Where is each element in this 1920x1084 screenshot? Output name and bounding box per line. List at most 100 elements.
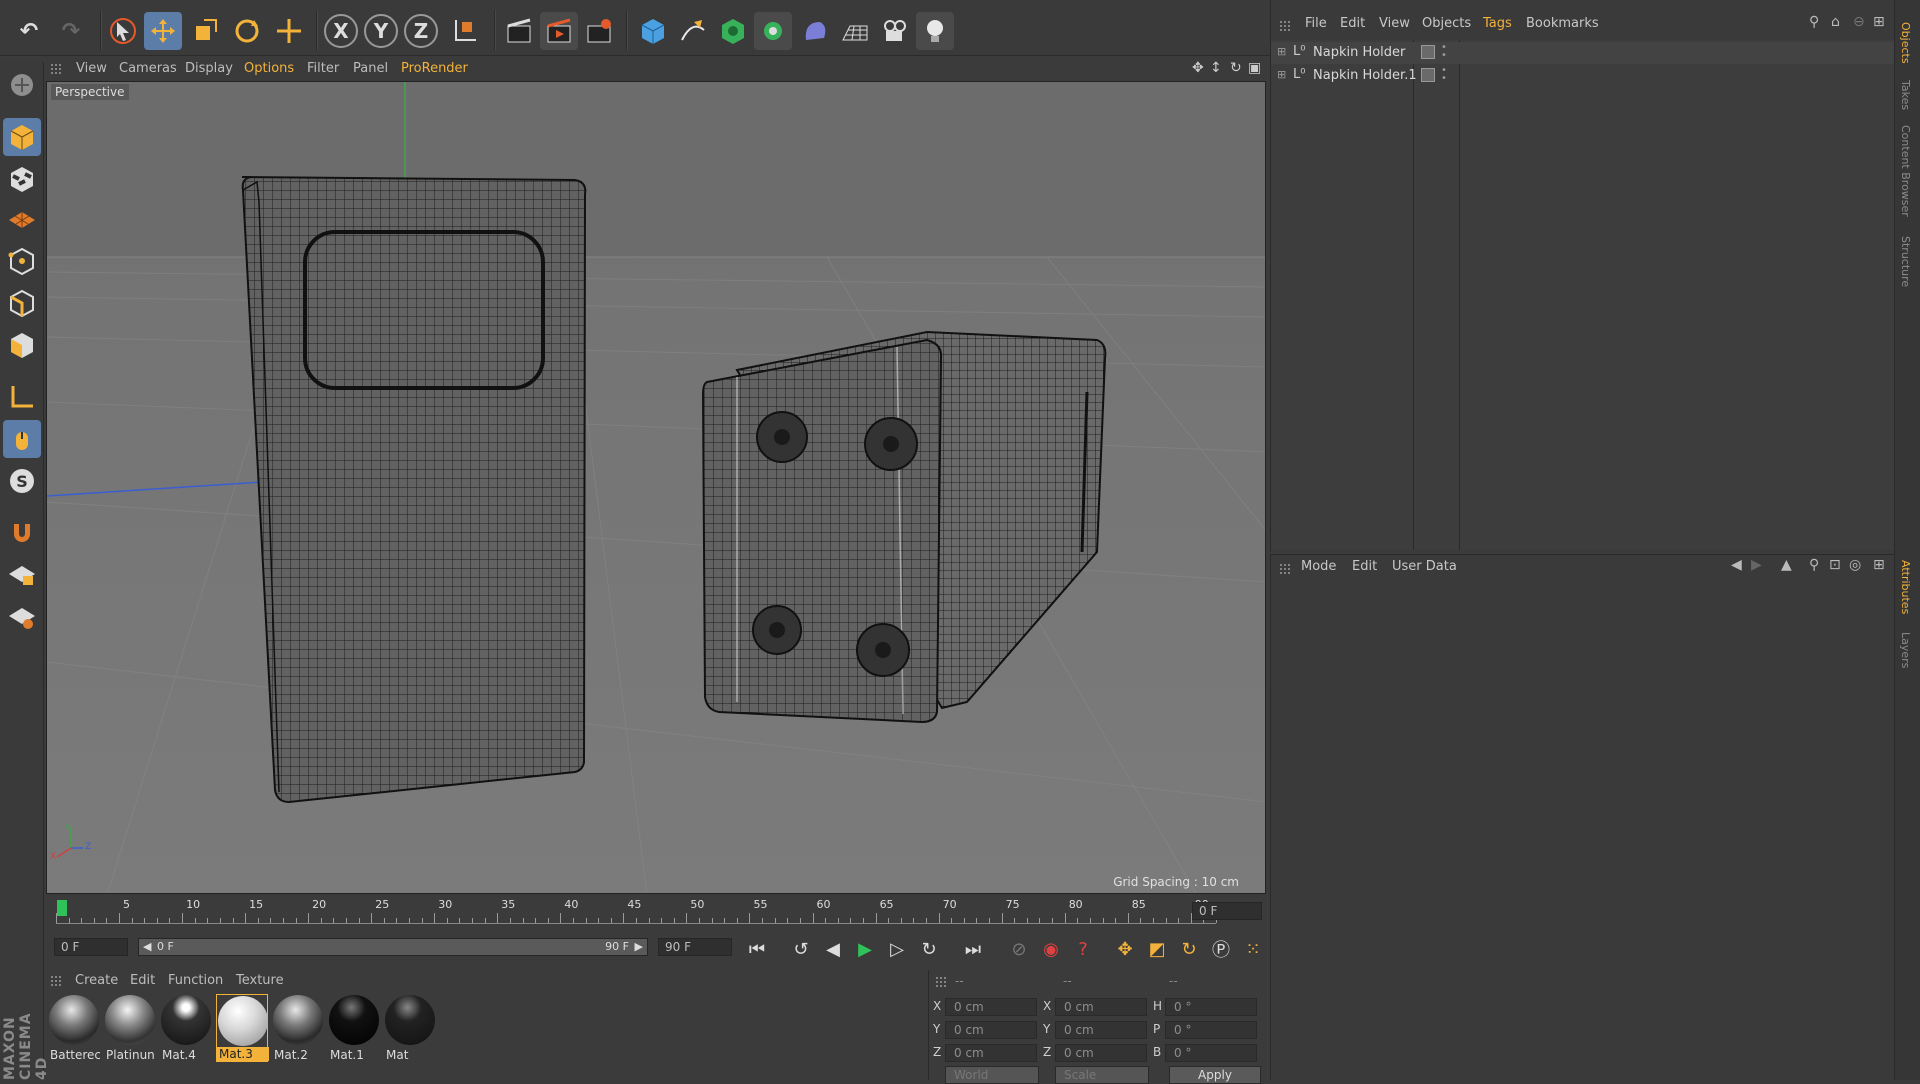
material-swatch[interactable]: Mat.1 <box>328 994 380 1062</box>
y-axis-lock-icon[interactable]: Y <box>364 14 398 48</box>
tab-attributes[interactable]: Attributes <box>1899 560 1912 614</box>
rotate-tool-icon[interactable] <box>228 12 266 50</box>
edges-mode-icon[interactable] <box>3 284 41 322</box>
object-menu-tags[interactable]: Tags <box>1483 16 1512 31</box>
previous-key-icon[interactable]: ↺ <box>786 934 816 964</box>
z-axis-lock-icon[interactable]: Z <box>404 14 438 48</box>
camera-label[interactable]: Perspective <box>51 84 129 100</box>
preview-range-slider[interactable]: ◀ 0 F 90 F ▶ <box>138 938 648 956</box>
object-menu-edit[interactable]: Edit <box>1340 16 1365 31</box>
size-z-field[interactable]: 0 cm <box>1055 1044 1147 1062</box>
forward-arrow-icon[interactable]: ▶ <box>1751 557 1762 573</box>
render-to-picture-viewer-icon[interactable] <box>540 12 578 50</box>
record-keys-icon[interactable]: ◉ <box>1036 934 1066 964</box>
camera-icon[interactable] <box>876 12 914 50</box>
pen-spline-icon[interactable] <box>674 12 712 50</box>
undo-icon[interactable]: ↶ <box>10 12 48 50</box>
key-parameter-icon[interactable]: Ⓟ <box>1206 934 1236 964</box>
attribute-menu-user-data[interactable]: User Data <box>1392 559 1457 574</box>
visibility-toggle-icon[interactable] <box>1421 45 1435 59</box>
tab-objects[interactable]: Objects <box>1899 22 1912 64</box>
object-menu-bookmarks[interactable]: Bookmarks <box>1526 16 1599 31</box>
play-icon[interactable]: ▶ <box>850 934 880 964</box>
new-panel-icon[interactable]: ⊞ <box>1873 14 1885 30</box>
timeline-playhead[interactable] <box>57 900 67 916</box>
previous-frame-icon[interactable]: ◀ <box>818 934 848 964</box>
viewport-menu-view[interactable]: View <box>76 61 107 76</box>
material-swatch[interactable]: Batterec <box>48 994 100 1062</box>
workplane-icon[interactable] <box>3 200 41 238</box>
material-swatch[interactable]: Platinun <box>104 994 156 1062</box>
points-mode-icon[interactable] <box>3 242 41 280</box>
object-menu-view[interactable]: View <box>1379 16 1410 31</box>
material-menu-edit[interactable]: Edit <box>130 973 155 988</box>
position-y-field[interactable]: 0 cm <box>945 1021 1037 1039</box>
viewport-menu-options[interactable]: Options <box>244 61 294 76</box>
position-x-field[interactable]: 0 cm <box>945 998 1037 1016</box>
napkin-holder-tall-mesh[interactable] <box>241 176 587 804</box>
target-icon[interactable]: ◎ <box>1849 557 1861 573</box>
expand-icon[interactable]: ⊞ <box>1277 45 1286 58</box>
timeline-ruler[interactable]: 051015202530354045505560657075808590 0 F <box>46 896 1266 926</box>
cloner-icon[interactable] <box>754 12 792 50</box>
rotation-h-field[interactable]: 0 ° <box>1165 998 1257 1016</box>
render-settings-icon[interactable] <box>580 12 618 50</box>
make-editable-icon[interactable] <box>3 66 41 104</box>
attribute-menu-edit[interactable]: Edit <box>1352 559 1377 574</box>
object-name[interactable]: Napkin Holder.1 <box>1313 68 1417 83</box>
search-icon[interactable]: ⚲ <box>1809 14 1819 30</box>
tab-content-browser[interactable]: Content Browser <box>1899 125 1912 217</box>
attribute-menu-mode[interactable]: Mode <box>1301 559 1336 574</box>
material-swatch[interactable]: Mat <box>384 994 436 1062</box>
deformer-icon[interactable] <box>796 12 834 50</box>
napkin-holder-box-mesh[interactable] <box>701 330 1107 724</box>
key-position-icon[interactable]: ✥ <box>1110 934 1140 964</box>
pan-view-icon[interactable]: ✥ <box>1192 60 1204 76</box>
object-row[interactable]: ⊞ L⁰ Napkin Holder.1 • • <box>1271 65 1895 87</box>
zoom-view-icon[interactable]: ↕ <box>1210 60 1222 76</box>
lock-icon[interactable]: ⊡ <box>1829 557 1841 573</box>
apply-button[interactable]: Apply <box>1169 1066 1261 1084</box>
floor-environment-icon[interactable] <box>836 12 874 50</box>
motion-record-icon[interactable]: ⊘ <box>1004 934 1034 964</box>
select-arrow-icon[interactable] <box>104 12 142 50</box>
home-icon[interactable]: ⌂ <box>1831 14 1840 30</box>
key-rotation-icon[interactable]: ↻ <box>1174 934 1204 964</box>
material-menu-function[interactable]: Function <box>168 973 223 988</box>
subdivision-surface-icon[interactable] <box>714 12 752 50</box>
light-icon[interactable] <box>916 12 954 50</box>
go-to-end-icon[interactable]: ⏭ <box>958 934 988 964</box>
object-menu-objects[interactable]: Objects <box>1422 16 1471 31</box>
material-menu-create[interactable]: Create <box>75 973 118 988</box>
scale-tool-icon[interactable] <box>186 12 224 50</box>
viewport-menu-filter[interactable]: Filter <box>307 61 339 76</box>
polygons-mode-icon[interactable] <box>3 326 41 364</box>
fold-icon[interactable]: ⊖ <box>1853 14 1865 30</box>
model-mode-icon[interactable] <box>3 118 41 156</box>
magnet-icon[interactable] <box>3 514 41 552</box>
tab-layers[interactable]: Layers <box>1899 632 1912 668</box>
viewport-menu-panel[interactable]: Panel <box>353 61 388 76</box>
texture-mode-icon[interactable] <box>3 160 41 198</box>
up-arrow-icon[interactable]: ▲ <box>1781 557 1792 573</box>
size-y-field[interactable]: 0 cm <box>1055 1021 1147 1039</box>
material-swatch-selected[interactable]: Mat.3 <box>216 994 269 1062</box>
maximize-view-icon[interactable]: ▣ <box>1248 60 1261 76</box>
move-tool-icon[interactable] <box>144 12 182 50</box>
planar-workplane-icon[interactable] <box>3 598 41 636</box>
visibility-toggle-icon[interactable] <box>1421 68 1435 82</box>
end-frame-field[interactable]: 90 F <box>658 938 732 956</box>
material-menu-texture[interactable]: Texture <box>236 973 284 988</box>
rotation-p-field[interactable]: 0 ° <box>1165 1021 1257 1039</box>
size-mode-select[interactable]: Scale <box>1055 1066 1149 1084</box>
key-scale-icon[interactable]: ◩ <box>1142 934 1172 964</box>
viewport-menu-prorender[interactable]: ProRender <box>401 61 468 76</box>
render-dots-icon[interactable]: • • <box>1441 43 1447 61</box>
tab-takes[interactable]: Takes <box>1899 80 1912 110</box>
start-frame-field[interactable]: 0 F <box>54 938 128 956</box>
key-point-level-icon[interactable]: ⁙ <box>1238 934 1268 964</box>
render-view-icon[interactable] <box>500 12 538 50</box>
coordinate-system-icon[interactable] <box>446 12 484 50</box>
workplane-lock-icon[interactable] <box>3 556 41 594</box>
material-swatch[interactable]: Mat.2 <box>272 994 324 1062</box>
